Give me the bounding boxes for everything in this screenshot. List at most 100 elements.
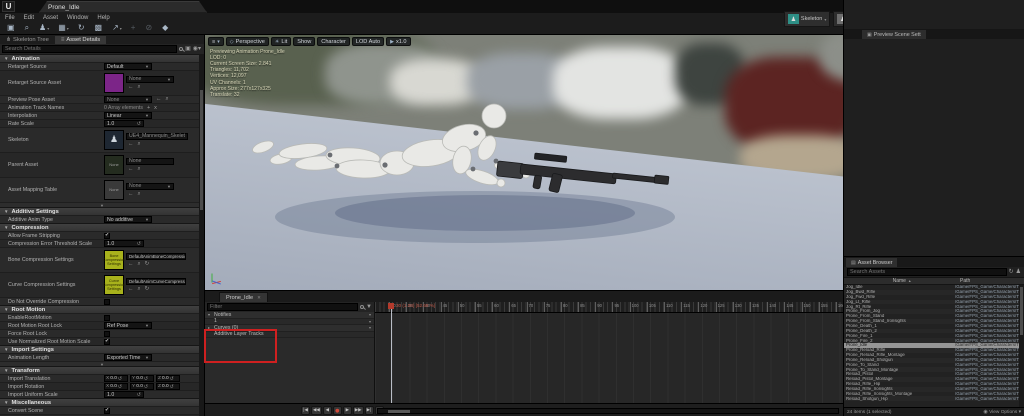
document-tab[interactable]: Prone_Idle — [39, 1, 207, 13]
add-element-icon[interactable]: + — [147, 105, 150, 111]
use-normalized-root-motion-scale-checkbox[interactable] — [104, 339, 110, 345]
tab-preview-scene-settings[interactable]: ▣Preview Scene Sett — [862, 30, 926, 39]
bone-compression-dropdown[interactable]: DefaultAnimBoneCompressionSettings▼ — [126, 253, 186, 260]
transport-button[interactable]: |◀ — [301, 406, 310, 415]
transport-button[interactable]: ▶| — [365, 406, 374, 415]
translation-z-input[interactable]: Z0.0↺ — [156, 375, 180, 382]
menu-item[interactable]: Window — [67, 15, 88, 21]
reset-icon[interactable]: ↺ — [118, 376, 122, 382]
retarget-source-asset-thumbnail[interactable] — [104, 73, 124, 93]
rotation-x-input[interactable]: X0.0↺ — [104, 383, 128, 390]
asset-mapping-table-thumbnail[interactable]: None — [104, 180, 124, 200]
reset-icon[interactable]: ↺ — [144, 376, 148, 382]
use-selected-icon[interactable]: ← — [128, 261, 134, 268]
section-root-motion[interactable]: ▼Root Motion — [0, 305, 204, 313]
refresh-icon[interactable]: ↻ — [1009, 269, 1014, 275]
reset-icon[interactable]: ↻ — [145, 261, 150, 268]
parent-asset-thumbnail[interactable]: None — [104, 155, 124, 175]
browse-to-icon[interactable]: ⌕ — [138, 84, 141, 91]
import-uniform-scale-input[interactable]: 1.0↺ — [104, 391, 144, 398]
use-selected-icon[interactable]: ← — [128, 286, 134, 293]
column-path[interactable]: Path — [960, 278, 1024, 284]
reset-icon[interactable]: ↺ — [137, 121, 141, 127]
track-menu-icon[interactable]: ▾ — [369, 319, 371, 324]
allow-frame-stripping-checkbox[interactable] — [104, 233, 110, 239]
eye-dropdown-icon[interactable]: ◉▾ — [193, 46, 201, 52]
tab-asset-details[interactable]: ≡Asset Details — [55, 36, 106, 44]
tab-skeleton-tree[interactable]: ⋔Skeleton Tree — [0, 36, 55, 44]
asset-mapping-table-dropdown[interactable]: None▼ — [126, 183, 174, 190]
do-not-override-compression-checkbox[interactable] — [104, 299, 110, 305]
section-animation[interactable]: ▼Animation — [0, 54, 204, 62]
force-root-lock-checkbox[interactable] — [104, 331, 110, 337]
clear-array-icon[interactable]: x — [154, 105, 157, 111]
use-selected-icon[interactable]: ← — [156, 96, 162, 103]
additive-anim-type-dropdown[interactable]: No additive▼ — [104, 216, 152, 223]
menu-item[interactable]: Help — [97, 15, 109, 21]
toolbar-button[interactable]: ▣ Save — [3, 21, 20, 35]
timeline-ruler[interactable]: 3035404550556065707580859095100105110115… — [375, 302, 843, 313]
column-name[interactable]: Name▲ — [844, 278, 960, 284]
viewport-options-button[interactable]: ≡▾ — [208, 37, 224, 46]
lit-mode-button[interactable]: ☀Lit — [271, 37, 291, 46]
reset-icon[interactable]: ↺ — [137, 241, 141, 247]
prone-character-mesh[interactable] — [235, 65, 705, 265]
compression-error-threshold-input[interactable]: 1.0↺ — [104, 240, 144, 247]
transport-button[interactable]: ● — [333, 406, 342, 415]
section-compression[interactable]: ▼Compression — [0, 223, 204, 231]
timeline-scrollbar[interactable] — [377, 408, 839, 414]
rate-scale-input[interactable]: 1.0↺ — [104, 120, 144, 127]
skeleton-thumbnail[interactable]: ♟ — [104, 130, 124, 150]
search-assets-input[interactable] — [847, 268, 1007, 276]
browse-to-icon[interactable]: ⌕ — [138, 191, 141, 198]
playhead-line[interactable] — [391, 309, 392, 403]
transport-button[interactable]: ◀ — [323, 406, 332, 415]
menu-item[interactable]: Edit — [24, 15, 34, 21]
interpolation-dropdown[interactable]: Linear▼ — [104, 112, 152, 119]
section-additive-settings[interactable]: ▼Additive Settings — [0, 207, 204, 215]
enable-root-motion-checkbox[interactable] — [104, 315, 110, 321]
toolbar-button[interactable]: + Key — [127, 21, 141, 35]
character-menu-button[interactable]: Character — [317, 37, 350, 46]
toolbar-button[interactable]: ▦▾ Create Asset — [54, 21, 73, 35]
toolbar-button[interactable]: ⌕ Browse — [21, 21, 34, 35]
browse-to-icon[interactable]: ⌕ — [138, 286, 141, 293]
rotation-y-input[interactable]: Y0.0↺ — [130, 383, 154, 390]
animation-length-dropdown[interactable]: Exported Time▼ — [104, 354, 152, 361]
lod-auto-button[interactable]: LOD Auto — [352, 37, 384, 46]
track-menu-icon[interactable]: ▾ — [369, 312, 371, 317]
toolbar-button[interactable]: ↗▾ Export Asset — [108, 21, 126, 35]
use-selected-icon[interactable]: ← — [128, 141, 134, 148]
tab-asset-browser[interactable]: ▤Asset Browser — [846, 258, 897, 267]
preview-viewport[interactable]: ≡▾ ◇Perspective ☀Lit Show Character LOD … — [205, 34, 843, 290]
section-import-settings[interactable]: ▼Import Settings — [0, 345, 204, 353]
asset-row[interactable]: Reload_Shotgun_Hip /Game/FPS_Game/Charac… — [844, 396, 1019, 401]
search-details-input[interactable] — [2, 45, 177, 53]
timeline-asset-tab[interactable]: Prone_Idle✕ — [219, 292, 268, 302]
track-menu-icon[interactable]: ▾ — [369, 325, 371, 330]
transport-button[interactable]: ▶ — [343, 406, 352, 415]
settings-box-icon[interactable]: ▣ — [185, 46, 191, 52]
reset-icon[interactable]: ↺ — [118, 384, 122, 390]
mode-button[interactable]: ♟ Skeleton ▾ — [784, 11, 830, 27]
timeline-scrollbar-handle[interactable] — [388, 410, 410, 413]
use-selected-icon[interactable]: ← — [128, 84, 134, 91]
toolbar-button[interactable]: ⊘ Apply — [141, 21, 157, 35]
filter-icon[interactable]: ▼ — [366, 304, 372, 310]
transport-button[interactable]: ▶▶ — [353, 406, 364, 415]
transport-button[interactable]: ◀◀ — [311, 406, 322, 415]
view-options-button[interactable]: ◉ View Options ▾ — [983, 409, 1021, 415]
perspective-button[interactable]: ◇Perspective — [226, 37, 269, 46]
toolbar-button[interactable]: ↻ Reimport Animation — [74, 21, 90, 35]
retarget-source-asset-dropdown[interactable]: None▼ — [126, 76, 174, 83]
reset-icon[interactable]: ↺ — [170, 376, 174, 382]
reset-icon[interactable]: ↺ — [137, 392, 141, 398]
convert-scene-checkbox[interactable] — [104, 408, 110, 414]
use-selected-icon[interactable]: ← — [128, 191, 134, 198]
root-motion-root-lock-dropdown[interactable]: Ref Pose▼ — [104, 322, 152, 329]
toolbar-button[interactable]: ▩ Compression — [91, 21, 108, 35]
menu-item[interactable]: Asset — [43, 15, 58, 21]
playback-speed-button[interactable]: ▶x1.0 — [386, 37, 410, 46]
browse-to-icon[interactable]: ⌕ — [138, 141, 141, 148]
bone-compression-thumbnail[interactable]: Bone Compression Settings — [104, 250, 124, 270]
